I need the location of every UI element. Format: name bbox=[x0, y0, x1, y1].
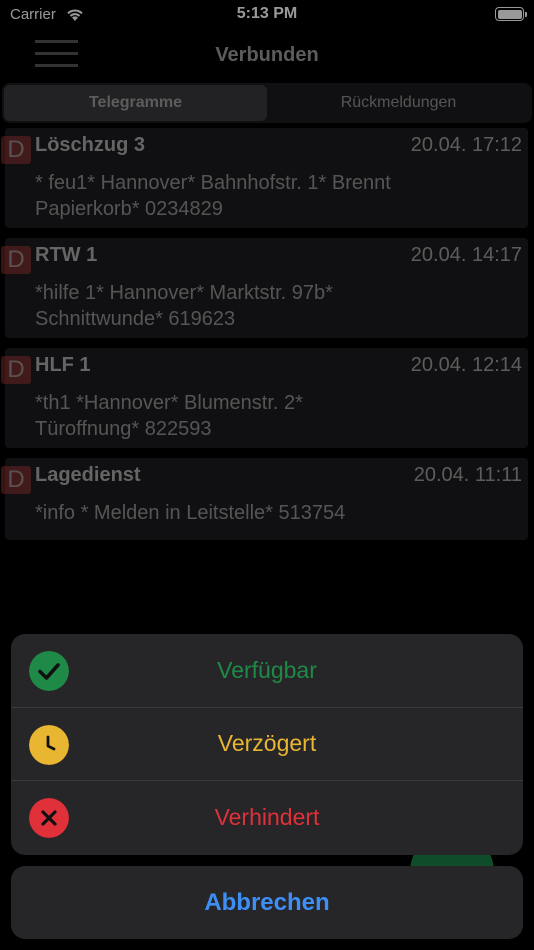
action-label: Verfügbar bbox=[217, 656, 317, 683]
action-delayed-button[interactable]: Verzögert bbox=[11, 708, 523, 782]
cross-icon bbox=[29, 798, 69, 839]
clock-icon bbox=[29, 724, 69, 765]
cancel-label: Abbrechen bbox=[204, 888, 330, 916]
action-label: Verzögert bbox=[217, 730, 317, 757]
action-unavailable-button[interactable]: Verhindert bbox=[11, 781, 523, 855]
action-sheet: Verfügbar Verzögert Verhindert bbox=[11, 634, 523, 855]
checkmark-icon bbox=[29, 651, 69, 691]
action-label: Verhindert bbox=[214, 804, 320, 831]
action-available-button[interactable]: Verfügbar bbox=[11, 634, 523, 708]
cancel-button[interactable]: Abbrechen bbox=[11, 866, 523, 939]
